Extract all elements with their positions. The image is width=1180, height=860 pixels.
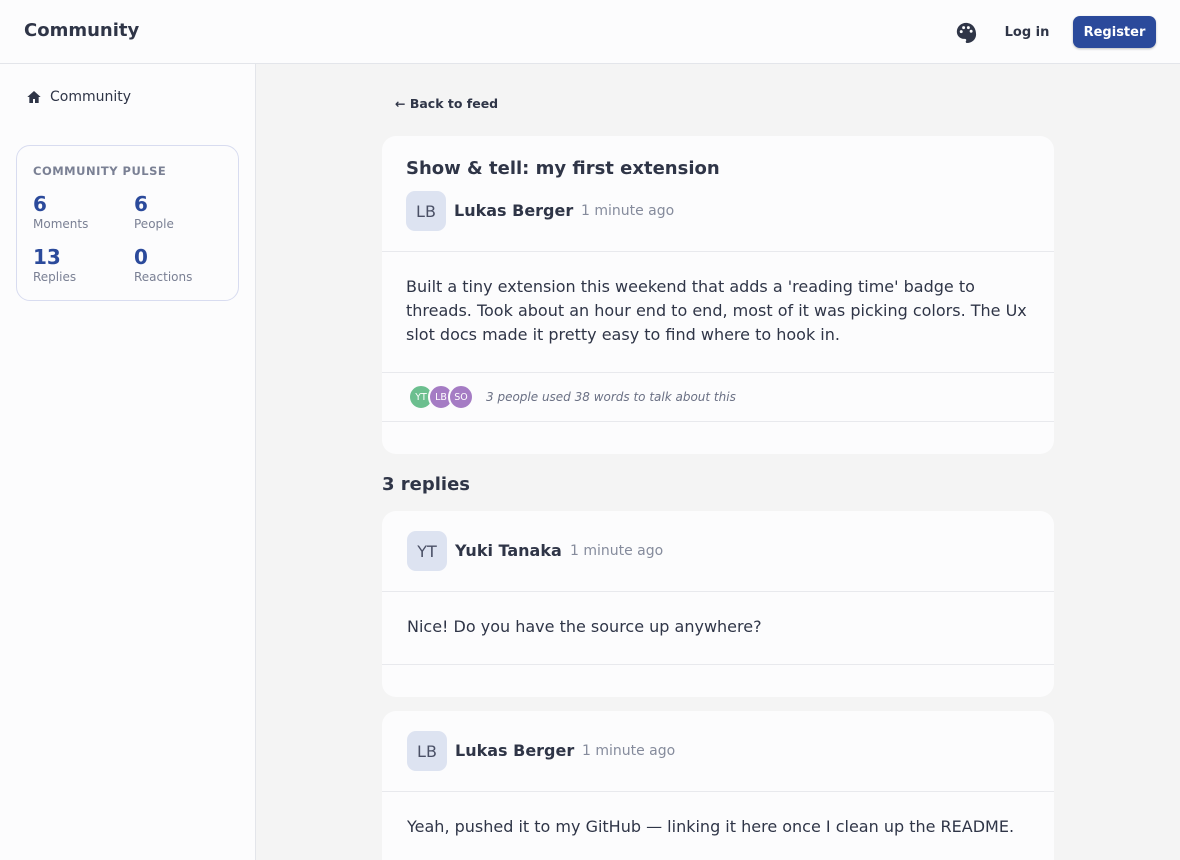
stat-value: 13 (33, 245, 61, 269)
discussion-summary: 3 people used 38 words to talk about thi… (486, 390, 736, 404)
participant-avatar[interactable]: SO (448, 384, 474, 410)
community-pulse-panel: COMMUNITY PULSE 6 Moments 6 People 13 Re… (16, 145, 239, 301)
participant-avatars: YT LB SO (408, 384, 480, 410)
pulse-title: COMMUNITY PULSE (33, 164, 167, 178)
reply-card: LB Lukas Berger 1 minute ago Yeah, pushe… (382, 711, 1054, 860)
theme-palette-button[interactable] (953, 19, 979, 45)
post-title: Show & tell: my first extension (406, 158, 720, 179)
stat-value: 0 (134, 245, 148, 269)
divider (382, 372, 1054, 373)
stat-label: Replies (33, 270, 77, 284)
author-name[interactable]: Lukas Berger (454, 201, 573, 220)
stat-label: People (134, 217, 174, 231)
home-icon (27, 91, 41, 103)
divider (382, 251, 1054, 252)
login-button[interactable]: Log in (996, 18, 1058, 46)
avatar[interactable]: LB (407, 731, 447, 771)
post-timestamp: 1 minute ago (581, 203, 675, 219)
stat-people: 6 People (134, 192, 174, 232)
divider (382, 421, 1054, 422)
palette-icon (956, 22, 977, 43)
post-body: Built a tiny extension this weekend that… (406, 277, 1027, 344)
replies-heading: 3 replies (382, 474, 471, 495)
author-name[interactable]: Lukas Berger (455, 741, 574, 760)
stat-label: Reactions (134, 270, 193, 284)
avatar[interactable]: LB (406, 191, 446, 231)
divider (382, 664, 1054, 665)
brand-title[interactable]: Community (24, 20, 139, 41)
reply-card: YT Yuki Tanaka 1 minute ago Nice! Do you… (382, 511, 1054, 697)
post-card: Show & tell: my first extension LB Lukas… (382, 136, 1054, 454)
register-button[interactable]: Register (1073, 16, 1156, 48)
stat-value: 6 (33, 192, 47, 216)
top-header: Community Log in Register (0, 0, 1180, 64)
sidebar-item-community[interactable]: Community (26, 88, 131, 106)
avatar[interactable]: YT (407, 531, 447, 571)
back-to-feed-link[interactable]: ← Back to feed (395, 96, 498, 111)
sidebar: Community COMMUNITY PULSE 6 Moments 6 Pe… (0, 64, 256, 860)
stat-moments: 6 Moments (33, 192, 88, 232)
reply-timestamp: 1 minute ago (570, 543, 664, 559)
reply-body: Yeah, pushed it to my GitHub — linking i… (407, 817, 1015, 836)
author-name[interactable]: Yuki Tanaka (455, 541, 562, 560)
divider (382, 791, 1054, 792)
divider (382, 591, 1054, 592)
stat-value: 6 (134, 192, 148, 216)
reply-timestamp: 1 minute ago (582, 743, 676, 759)
reply-body: Nice! Do you have the source up anywhere… (407, 617, 762, 636)
stat-label: Moments (33, 217, 89, 231)
stat-replies: 13 Replies (33, 245, 76, 285)
sidebar-item-label: Community (50, 89, 132, 105)
stat-reactions: 0 Reactions (134, 245, 192, 285)
